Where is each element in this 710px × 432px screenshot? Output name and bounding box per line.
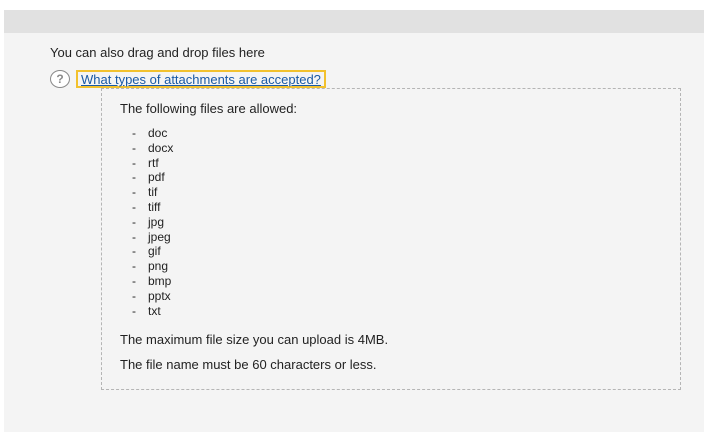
list-item: - bmp [132,273,172,288]
list-item: - pptx [132,288,171,303]
allowed-file-types-list: - doc - docx - rtf - pdf - tif - tiff - jpg - jp… [132,126,173,318]
list-item: - tiff [132,199,161,214]
help-row: ? What types of attachments are accepted… [50,69,326,89]
list-item: - docx [132,140,174,155]
accepted-types-info-box: The following files are allowed: - doc -d… [101,88,681,390]
list-item: - jpeg [132,229,171,244]
list-item: - tif [132,185,158,200]
max-file-size-note: The maximum file size you can upload is … [120,332,389,347]
question-circle-icon[interactable]: ? [50,70,70,88]
list-item: - png [132,259,169,274]
list-item: - gif [132,244,161,259]
accepted-attachments-link[interactable]: What types of attachments are accepted? [76,70,326,88]
list-item: - rtf [132,155,159,170]
list-item: - pdf [132,170,165,185]
list-item: - jpg [132,214,165,229]
list-item: - txt [132,303,161,318]
panel-top-bar [4,10,704,33]
file-name-limit-note: The file name must be 60 characters or l… [120,357,377,372]
list-item: - doc [132,126,168,140]
allowed-files-intro: The following files are allowed: [120,101,298,116]
drag-drop-hint: You can also drag and drop files here [50,45,265,60]
